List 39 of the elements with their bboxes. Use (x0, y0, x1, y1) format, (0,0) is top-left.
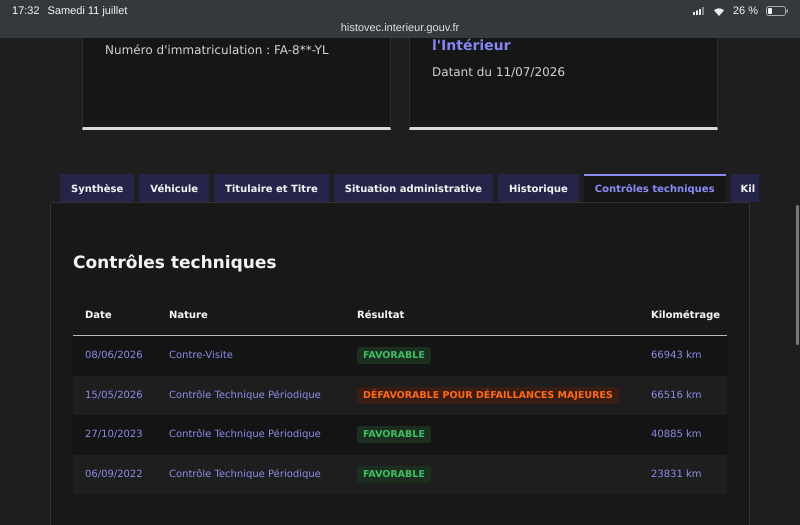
battery-percent: 26 % (732, 5, 758, 17)
date-cell-text: 06/09/2022 (85, 468, 144, 480)
date-cell-text: 15/05/2026 (85, 390, 144, 401)
column-header: Date (85, 310, 113, 320)
card-text: Datant du 11/07/2026 (432, 64, 566, 80)
tab[interactable]: Titulaire et Titre (214, 174, 329, 202)
column-header: Kilométrage (651, 310, 722, 320)
column-header: Résultat (357, 310, 406, 320)
result-badge: DÉFAVORABLE POUR DÉFAILLANCES MAJEURES (357, 386, 619, 404)
column-header: Nature (169, 310, 209, 320)
result-badge: FAVORABLE (357, 466, 431, 483)
tab[interactable]: Kil (730, 174, 760, 202)
tab[interactable]: Situation administrative (334, 174, 493, 202)
card-title: l'Intérieur (432, 38, 512, 54)
tab[interactable]: Contrôles techniques (584, 174, 726, 202)
mileage-cell-text: 40885 km (651, 429, 703, 440)
result-badge: FAVORABLE (357, 426, 431, 444)
mileage-cell-text: 23831 km (651, 468, 703, 480)
tab[interactable]: Historique (498, 174, 579, 202)
nature-cell-text: Contrôle Technique Périodique (169, 468, 322, 480)
tab[interactable]: Synthèse (60, 174, 134, 202)
card-text: Numéro d'immatriculation : FA-8**-YL (105, 42, 330, 58)
mileage-cell-text: 66943 km (651, 350, 703, 362)
result-badge: FAVORABLE (357, 347, 431, 364)
nature-cell-text: Contrôle Technique Périodique (169, 429, 322, 440)
wifi-icon (712, 6, 725, 16)
status-time: 17:32 (12, 5, 40, 17)
battery-icon (766, 6, 788, 16)
status-date: Samedi 11 juillet (48, 5, 128, 17)
tab[interactable]: Véhicule (139, 174, 210, 202)
scrollbar[interactable] (796, 205, 799, 345)
nature-cell-text: Contre-Visite (169, 350, 234, 362)
date-cell-text: 27/10/2023 (85, 429, 144, 440)
mileage-cell-text: 66516 km (651, 390, 703, 401)
date-cell-text: 08/06/2026 (85, 350, 144, 362)
nature-cell-text: Contrôle Technique Périodique (169, 390, 322, 401)
signal-icon (692, 7, 705, 15)
url-address[interactable]: histovec.interieur.gouv.fr (12, 22, 788, 34)
section-title: Contrôles techniques (73, 253, 278, 273)
